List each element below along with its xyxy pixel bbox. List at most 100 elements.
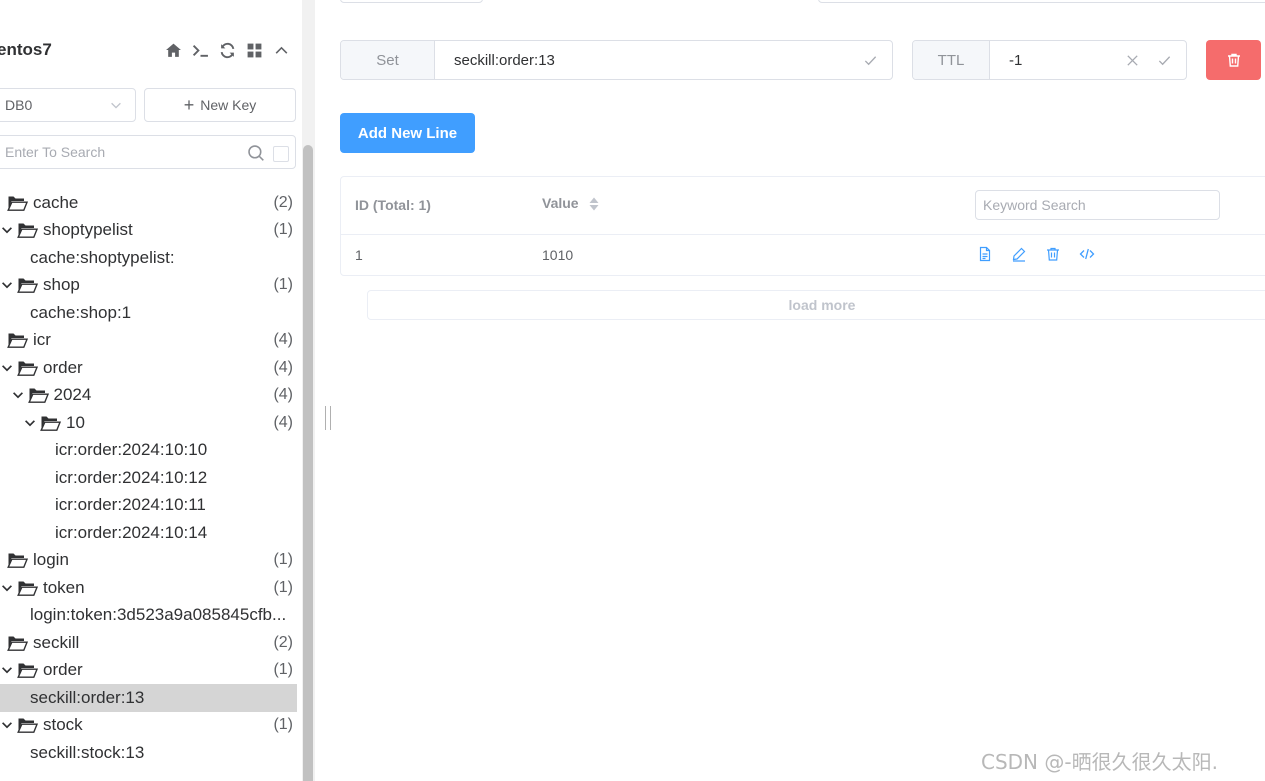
tree-key[interactable]: cache:shop:1 xyxy=(0,299,297,327)
tree-folder-label: token xyxy=(43,577,85,597)
folder-open-icon xyxy=(17,361,38,376)
tree-folder-label: cache xyxy=(33,192,79,212)
grid-icon[interactable] xyxy=(245,41,264,60)
chevron-down-icon[interactable] xyxy=(11,388,25,402)
chevron-down-icon[interactable] xyxy=(23,416,37,430)
tree-key-label: cache:shoptypelist: xyxy=(30,247,175,267)
tree-key-label: icr:order:2024:10:10 xyxy=(55,440,208,460)
search-icon[interactable] xyxy=(247,144,265,162)
folder-open-icon xyxy=(7,553,28,569)
tree-folder[interactable]: cache (2) xyxy=(0,189,297,217)
chevron-down-icon[interactable] xyxy=(0,718,14,732)
connection-toolbar xyxy=(164,41,291,60)
row-id: 1 xyxy=(355,247,363,263)
ttl-label: TTL xyxy=(913,41,990,79)
delete-key-button[interactable] xyxy=(1206,40,1261,80)
trash-icon[interactable] xyxy=(1045,246,1061,262)
folder-open-icon xyxy=(17,278,38,294)
tree-folder-label: stock xyxy=(43,715,83,735)
chevron-down-icon[interactable] xyxy=(0,361,14,375)
tree-folder-label: login xyxy=(33,550,69,570)
tree-folder[interactable]: 2024 (4) xyxy=(0,382,297,410)
key-search-input[interactable] xyxy=(0,136,237,168)
check-icon[interactable] xyxy=(863,53,878,68)
chevron-up-icon[interactable] xyxy=(272,41,291,60)
folder-open-icon xyxy=(17,223,38,239)
resize-handle[interactable] xyxy=(325,406,331,430)
tree-folder-count: (4) xyxy=(273,331,293,349)
tree-folder-count: (4) xyxy=(273,386,293,404)
tree-key[interactable]: seckill:stock:13 xyxy=(0,739,297,767)
chevron-down-icon[interactable] xyxy=(0,663,14,677)
trash-icon xyxy=(1227,53,1240,67)
db-select-value: DB0 xyxy=(5,97,33,113)
tree-key-label: seckill:stock:13 xyxy=(30,742,145,762)
terminal-icon[interactable] xyxy=(191,41,210,60)
tree-folder-count: (2) xyxy=(273,633,293,651)
document-icon[interactable] xyxy=(977,246,993,262)
ttl-field[interactable]: -1 xyxy=(990,41,1186,79)
plus-icon: + xyxy=(183,95,195,115)
code-icon[interactable] xyxy=(1079,246,1095,262)
tree-key[interactable]: seckill:order:13 xyxy=(0,684,297,712)
load-more-button[interactable]: load more xyxy=(367,290,1265,320)
watermark: CSDN @-晒很久很久太阳. xyxy=(981,750,1218,774)
sort-icon[interactable] xyxy=(588,196,600,212)
check-icon[interactable] xyxy=(1157,53,1172,68)
tree-folder[interactable]: order (4) xyxy=(0,354,297,382)
chevron-down-icon xyxy=(111,102,121,109)
edit-icon[interactable] xyxy=(1011,246,1027,262)
tree-folder[interactable]: 10 (4) xyxy=(0,409,297,437)
tree-folder[interactable]: stock (1) xyxy=(0,712,297,740)
tree-key[interactable]: cache:shoptypelist: xyxy=(0,244,297,272)
close-icon[interactable] xyxy=(1125,53,1140,68)
chevron-down-icon[interactable] xyxy=(0,223,14,237)
column-value[interactable]: Value xyxy=(542,195,600,212)
tree-key[interactable]: icr:order:2024:10:12 xyxy=(0,464,297,492)
ttl-value: -1 xyxy=(1009,51,1023,69)
tree-key[interactable]: icr:order:2024:10:11 xyxy=(0,492,297,520)
sidebar-scrollbar[interactable] xyxy=(303,145,313,781)
tree-folder-count: (1) xyxy=(273,716,293,734)
tree-folder[interactable]: token (1) xyxy=(0,574,297,602)
tree-key-label: icr:order:2024:10:14 xyxy=(55,522,208,542)
key-name-bar: Set seckill:order:13 xyxy=(340,40,893,80)
tree-folder-count: (1) xyxy=(273,551,293,569)
row-value: 1010 xyxy=(542,247,574,263)
table-row: 1 1010 xyxy=(341,235,1265,276)
key-type-label: Set xyxy=(341,41,435,79)
tree-folder[interactable]: shop (1) xyxy=(0,272,297,300)
tree-key[interactable]: icr:order:2024:10:14 xyxy=(0,519,297,547)
chevron-down-icon[interactable] xyxy=(0,581,14,595)
key-name-field[interactable]: seckill:order:13 xyxy=(435,41,892,79)
ttl-bar: TTL -1 xyxy=(912,40,1187,80)
tree-folder[interactable]: icr (4) xyxy=(0,327,297,355)
new-key-label: New Key xyxy=(200,97,257,113)
add-new-line-button[interactable]: Add New Line xyxy=(340,113,475,153)
tree-folder[interactable]: seckill (2) xyxy=(0,629,297,657)
tree-folder-count: (1) xyxy=(273,578,293,596)
tree-folder-count: (1) xyxy=(273,276,293,294)
new-key-button[interactable]: + New Key xyxy=(144,88,296,122)
keyword-search-input[interactable] xyxy=(975,190,1220,220)
tree-key[interactable]: icr:order:2024:10:10 xyxy=(0,437,297,465)
key-name-value: seckill:order:13 xyxy=(454,51,555,69)
home-icon[interactable] xyxy=(164,41,183,60)
tree-key-label: login:token:3d523a9a085845cfb... xyxy=(30,605,287,625)
exact-match-checkbox[interactable] xyxy=(273,146,289,162)
tree-folder-label: shop xyxy=(43,275,80,295)
tree-key-label: cache:shop:1 xyxy=(30,302,132,322)
folder-open-icon xyxy=(7,333,28,349)
tree-key[interactable]: login:token:3d523a9a085845cfb... xyxy=(0,602,297,630)
tree-key-label: icr:order:2024:10:11 xyxy=(55,495,206,515)
tree-folder[interactable]: login (1) xyxy=(0,547,297,575)
db-select[interactable]: DB0 xyxy=(0,88,136,122)
folder-open-icon xyxy=(7,636,28,651)
folder-open-icon xyxy=(27,388,49,404)
column-value-label: Value xyxy=(542,195,579,211)
tree-folder-label: 10 xyxy=(66,412,85,432)
refresh-icon[interactable] xyxy=(218,41,237,60)
tree-folder[interactable]: shoptypelist (1) xyxy=(0,217,297,245)
chevron-down-icon[interactable] xyxy=(0,278,14,292)
tree-folder[interactable]: order (1) xyxy=(0,657,297,685)
